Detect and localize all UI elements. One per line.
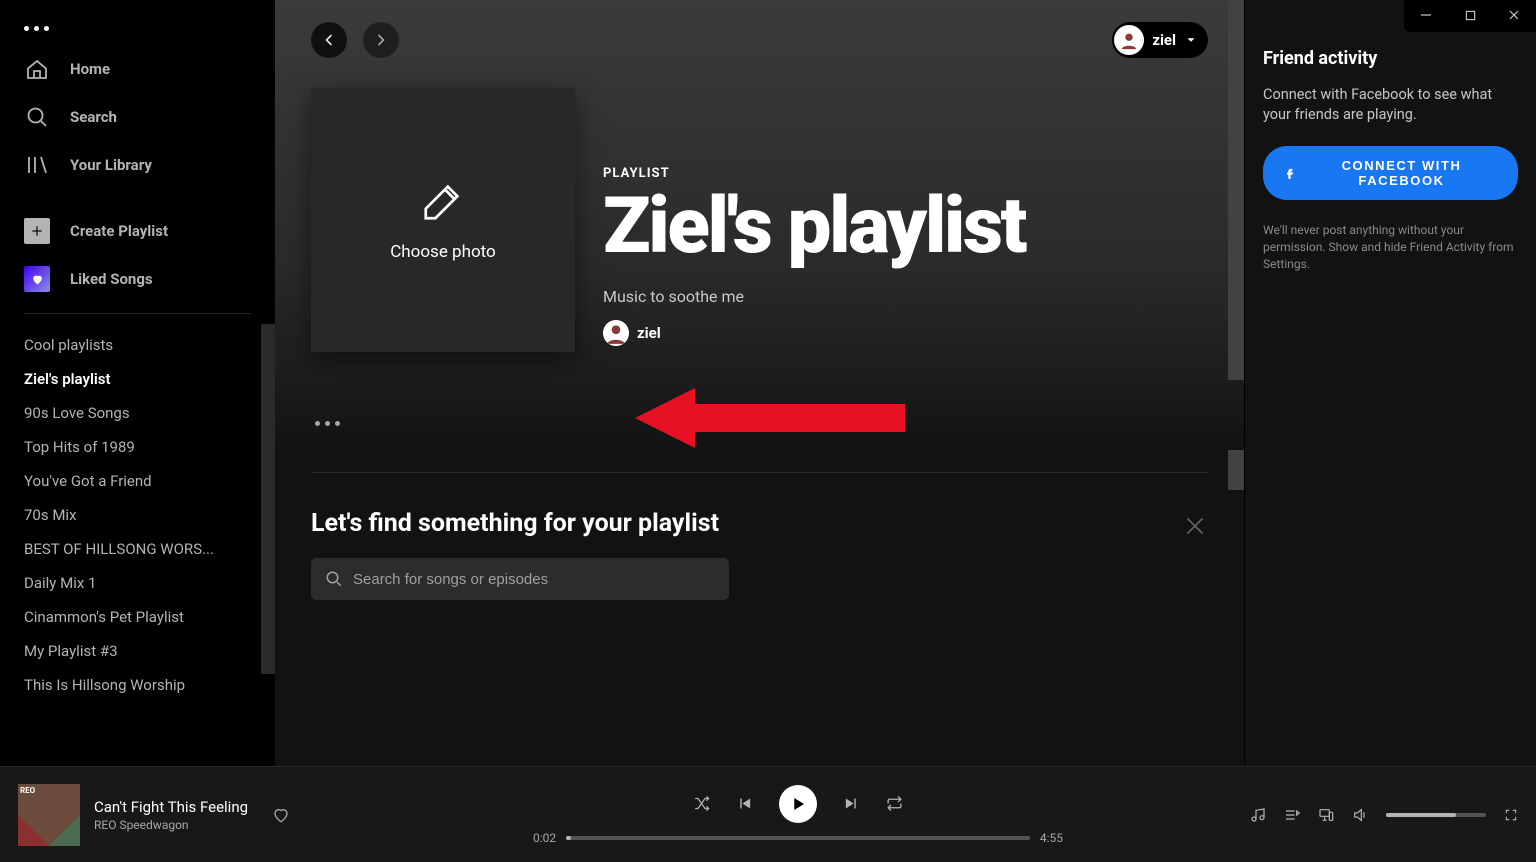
repeat-button[interactable] — [886, 795, 903, 812]
divider — [24, 313, 251, 314]
maximize-button[interactable] — [1448, 0, 1492, 32]
playlist-owner[interactable]: ziel — [603, 320, 1208, 346]
friend-activity-title: Friend activity — [1263, 48, 1518, 69]
queue-button[interactable] — [1284, 807, 1300, 823]
user-name: ziel — [1152, 31, 1176, 49]
playlist-item[interactable]: Daily Mix 1 — [0, 566, 275, 600]
heart-icon — [24, 266, 50, 292]
sidebar: Home Search Your Library Crea — [0, 0, 275, 766]
like-track-button[interactable] — [272, 806, 290, 824]
track-artist[interactable]: REO Speedwagon — [94, 818, 248, 832]
progress-bar[interactable] — [566, 836, 1030, 840]
playlist-item[interactable]: Cool playlists — [0, 328, 275, 362]
library-icon — [24, 152, 50, 178]
playlist-item[interactable]: You've Got a Friend — [0, 464, 275, 498]
caret-down-icon — [1184, 33, 1198, 47]
choose-photo-label: Choose photo — [390, 242, 496, 262]
home-icon — [24, 56, 50, 82]
sidebar-scrollbar[interactable] — [261, 324, 275, 674]
nav-search-label: Search — [70, 108, 117, 126]
close-button[interactable] — [1492, 0, 1536, 32]
choose-photo-button[interactable]: Choose photo — [311, 88, 575, 352]
pencil-icon — [420, 178, 466, 224]
create-playlist[interactable]: Create Playlist — [0, 207, 275, 255]
content-type-label: PLAYLIST — [603, 166, 1208, 181]
album-art[interactable] — [18, 784, 80, 846]
nav-library-label: Your Library — [70, 156, 152, 174]
friend-activity-desc: Connect with Facebook to see what your f… — [1263, 85, 1518, 124]
fullscreen-button[interactable] — [1504, 808, 1518, 822]
forward-button[interactable] — [363, 22, 399, 58]
devices-button[interactable] — [1318, 807, 1334, 823]
facebook-icon — [1283, 166, 1297, 180]
nav-home-label: Home — [70, 60, 110, 78]
user-menu[interactable]: ziel — [1112, 22, 1208, 58]
close-find-button[interactable] — [1182, 513, 1208, 539]
shuffle-button[interactable] — [693, 795, 710, 812]
topbar: ziel — [275, 8, 1244, 72]
playlist-item[interactable]: Cinammon's Pet Playlist — [0, 600, 275, 634]
liked-songs[interactable]: Liked Songs — [0, 255, 275, 303]
nav-home[interactable]: Home — [0, 45, 275, 93]
more-options-button[interactable] — [311, 411, 344, 436]
playlist-actions-row — [275, 380, 1244, 450]
play-button[interactable] — [779, 785, 817, 823]
playlist-title[interactable]: Ziel's playlist — [603, 187, 1208, 267]
avatar — [1114, 25, 1144, 55]
nav-library[interactable]: Your Library — [0, 141, 275, 189]
app-menu-button[interactable] — [0, 8, 275, 45]
lyrics-button[interactable] — [1250, 807, 1266, 823]
divider — [311, 472, 1208, 473]
create-playlist-label: Create Playlist — [70, 222, 168, 240]
playlist-item[interactable]: BEST OF HILLSONG WORS... — [0, 532, 275, 566]
search-field[interactable] — [353, 571, 715, 588]
elapsed-time: 0:02 — [533, 831, 556, 845]
connect-facebook-label: CONNECT WITH FACEBOOK — [1305, 158, 1498, 188]
previous-button[interactable] — [736, 795, 753, 812]
back-button[interactable] — [311, 22, 347, 58]
playlist-search-input[interactable] — [311, 558, 729, 600]
playlist-item[interactable]: 90s Love Songs — [0, 396, 275, 430]
avatar — [603, 320, 629, 346]
find-section-title: Let's find something for your playlist — [311, 509, 729, 538]
playlist-description[interactable]: Music to soothe me — [603, 287, 1208, 306]
owner-name: ziel — [637, 324, 661, 342]
plus-icon — [24, 218, 50, 244]
window-controls — [1404, 0, 1536, 32]
playlist-item[interactable]: Ziel's playlist — [0, 362, 275, 396]
volume-button[interactable] — [1352, 807, 1368, 823]
search-icon — [24, 104, 50, 130]
connect-facebook-button[interactable]: CONNECT WITH FACEBOOK — [1263, 146, 1518, 200]
playlist-item[interactable]: This Is Hillsong Worship — [0, 668, 275, 702]
nav-search[interactable]: Search — [0, 93, 275, 141]
playlist-item[interactable]: Top Hits of 1989 — [0, 430, 275, 464]
duration-time: 4:55 — [1040, 831, 1063, 845]
search-icon — [325, 570, 343, 588]
annotation-arrow — [635, 388, 905, 448]
main-content: ziel Choose photo PLAYLIST Ziel's playli… — [275, 0, 1244, 766]
player-bar: Can't Fight This Feeling REO Speedwagon … — [0, 766, 1536, 862]
track-title[interactable]: Can't Fight This Feeling — [94, 798, 248, 816]
playlist-item[interactable]: 70s Mix — [0, 498, 275, 532]
next-button[interactable] — [843, 795, 860, 812]
volume-slider[interactable] — [1386, 813, 1486, 817]
liked-songs-label: Liked Songs — [70, 270, 153, 288]
minimize-button[interactable] — [1404, 0, 1448, 32]
friend-activity-disclaimer: We'll never post anything without your p… — [1263, 222, 1518, 272]
playlist-item[interactable]: My Playlist #3 — [0, 634, 275, 668]
playlist-list: Cool playlists Ziel's playlist 90s Love … — [0, 324, 275, 766]
friend-activity-panel: Friend activity Connect with Facebook to… — [1244, 0, 1536, 766]
